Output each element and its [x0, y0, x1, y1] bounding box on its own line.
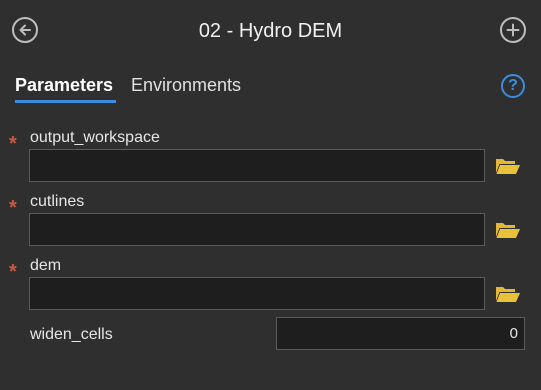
plus-icon [506, 23, 520, 37]
dem-label: dem [30, 257, 62, 274]
dem-input[interactable] [29, 277, 485, 310]
cutlines-browse-button[interactable] [495, 220, 521, 240]
output-workspace-browse-button[interactable] [495, 156, 521, 176]
add-button[interactable] [500, 17, 526, 43]
open-folder-icon [496, 159, 520, 174]
help-icon[interactable]: ? [501, 74, 525, 98]
active-tab-indicator [15, 100, 116, 103]
tab-parameters[interactable]: Parameters [15, 73, 113, 97]
required-marker-icon: * [9, 261, 17, 283]
required-marker-icon: * [9, 133, 17, 155]
cutlines-label: cutlines [30, 193, 85, 210]
widen-cells-label: widen_cells [30, 326, 113, 343]
output-workspace-input[interactable] [29, 149, 485, 182]
page-title: 02 - Hydro DEM [198, 20, 343, 42]
required-marker-icon: * [9, 197, 17, 219]
dem-browse-button[interactable] [495, 284, 521, 304]
output-workspace-label: output_workspace [30, 129, 160, 146]
tab-environments[interactable]: Environments [131, 73, 241, 97]
open-folder-icon [496, 223, 520, 238]
open-folder-icon [496, 287, 520, 302]
widen-cells-input[interactable] [276, 317, 525, 350]
cutlines-input[interactable] [29, 213, 485, 246]
